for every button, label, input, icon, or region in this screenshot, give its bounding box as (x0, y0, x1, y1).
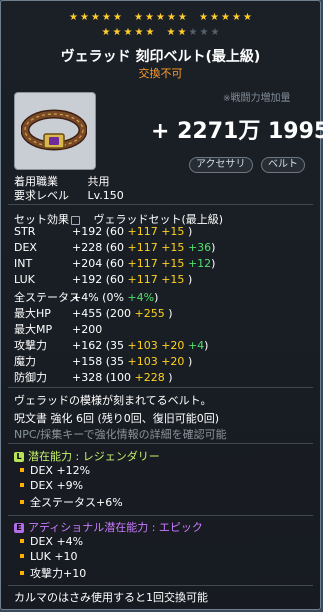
bullet-icon (20, 554, 24, 558)
potential-line: DEX +12% (14, 464, 90, 477)
stat-row: DEX +228 (60 +117 +15 +36) (14, 241, 216, 254)
tag-belt: ベルト (261, 157, 305, 173)
bullet-icon (20, 500, 24, 504)
attack-increase-label: ※戦闘力増加量 (223, 93, 291, 104)
star-icon: ★ (177, 27, 187, 38)
star-icon: ★ (145, 12, 154, 23)
star-icon: ★ (91, 12, 100, 23)
required-level: 要求レベル Lv.150 (14, 189, 124, 202)
star-icon: ★ (145, 27, 155, 38)
karma-scissors-note: カルマのはさみ使用すると1回交換可能 (14, 591, 208, 604)
item-title: ヴェラッド 刻印ベルト(最上級) (60, 49, 261, 65)
potential-line: 攻撃力+10 (14, 565, 86, 581)
npc-hint: NPC/採集キーで強化情報の詳細を確認可能 (14, 428, 227, 441)
divider (8, 387, 313, 388)
belt-icon (21, 109, 87, 151)
stat-row: LUK +192 (60 +117 +15 ) (14, 273, 193, 286)
stat-row: 魔力 +158 (35 +103 +20 ) (14, 355, 193, 368)
star-icon: ★ (232, 12, 241, 23)
potential-line: 全ステータス+6% (14, 494, 123, 510)
epic-badge-icon: E (14, 523, 24, 533)
divider (8, 515, 313, 516)
bullet-icon (20, 571, 24, 575)
star-icon: ★ (156, 12, 165, 23)
star-force-row-1: ★ ★ ★ ★ ★ ★ ★ ★ ★ ★ ★ ★ ★ ★ ★ (1, 12, 320, 23)
star-icon: ★ (102, 12, 111, 23)
star-icon: ★ (69, 12, 78, 23)
star-icon: ★ (112, 27, 122, 38)
potential-line: DEX +9% (14, 479, 83, 492)
stat-row: 攻撃力 +162 (35 +103 +20 +4) (14, 339, 209, 352)
item-description: ヴェラッドの模様が刻まれてるベルト。 (14, 394, 212, 407)
stat-row: 最大MP +200 (14, 323, 103, 336)
star-icon: ★ (113, 12, 122, 23)
star-icon: ★ (210, 27, 220, 38)
star-icon: ★ (80, 12, 89, 23)
potential-line: LUK +10 (14, 550, 78, 563)
divider (8, 443, 313, 444)
star-icon: ★ (123, 27, 133, 38)
additional-potential-header: E アディショナル潜在能力 : エピック (14, 519, 203, 535)
star-icon: ★ (101, 27, 111, 38)
item-tooltip: ★ ★ ★ ★ ★ ★ ★ ★ ★ ★ ★ ★ ★ ★ ★ ★ ★ ★ ★ ★ ★ ★ ★ ★ ★ ヴェラッド 刻印ベルト(最… (0, 0, 323, 610)
divider (8, 204, 313, 205)
stat-row: INT +204 (60 +117 +15 +12) (14, 257, 216, 270)
potential-line: DEX +4% (14, 535, 83, 548)
scroll-enhance-info: 呪文書 強化 6回 (残り0回、復旧可能0回) (14, 412, 220, 425)
stat-row: 最大HP +455 (200 +255 ) (14, 307, 173, 320)
tradability-status: 交換不可 (138, 67, 183, 80)
lock-icon (71, 215, 80, 225)
bullet-icon (20, 468, 24, 472)
potential-header: L 潜在能力 : レジェンダリー (14, 448, 160, 464)
tag-accessory: アクセサリ (189, 157, 253, 173)
bullet-icon (20, 483, 24, 487)
bullet-icon (20, 539, 24, 543)
star-icon: ★ (167, 12, 176, 23)
attack-increase-value: + 2271万 1995 (151, 119, 323, 144)
star-icon: ★ (188, 27, 198, 38)
star-icon: ★ (178, 12, 187, 23)
star-icon: ★ (221, 12, 230, 23)
star-icon: ★ (134, 12, 143, 23)
star-icon: ★ (210, 12, 219, 23)
legendary-badge-icon: L (14, 452, 24, 462)
star-force-row-2: ★ ★ ★ ★ ★ ★ ★ ★ ★ ★ (1, 27, 320, 38)
stat-row: 防御力 +328 (100 +228 ) (14, 371, 173, 384)
stat-row: STR +192 (60 +117 +15 ) (14, 225, 193, 238)
star-icon: ★ (134, 27, 144, 38)
star-icon: ★ (243, 12, 252, 23)
star-icon: ★ (166, 27, 176, 38)
star-icon: ★ (199, 27, 209, 38)
star-icon: ★ (199, 12, 208, 23)
stat-row: 全ステータス+4% (0% +4%) (14, 291, 159, 304)
divider (8, 585, 313, 586)
